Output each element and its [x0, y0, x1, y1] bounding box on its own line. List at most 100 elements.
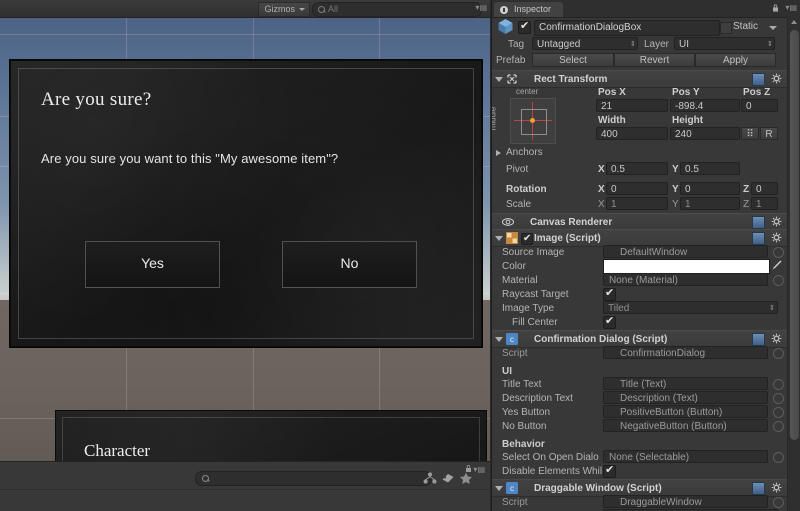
static-checkbox[interactable]	[720, 22, 732, 34]
gameobject-enabled-checkbox[interactable]: ✔	[518, 21, 531, 34]
help-book-icon[interactable]	[752, 333, 765, 346]
color-swatch[interactable]	[603, 259, 770, 274]
image-enabled-checkbox[interactable]: ✔	[521, 233, 533, 245]
inspector-menu-icon[interactable]: ▾▤	[785, 3, 797, 12]
lock-icon[interactable]	[465, 465, 472, 472]
confirmation-dialog[interactable]: Are you sure? Are you sure you want to t…	[10, 60, 482, 347]
raycast-target-checkbox[interactable]: ✔	[603, 288, 616, 301]
search-icon	[318, 6, 325, 13]
object-picker-icon[interactable]	[773, 247, 784, 258]
script-objectfield[interactable]: ConfirmationDialog	[603, 346, 768, 359]
help-book-icon[interactable]	[752, 232, 765, 245]
foldout-open-icon[interactable]	[495, 337, 503, 342]
prefab-revert-button[interactable]: Revert	[614, 53, 695, 67]
scale-row: Scale X 1 Y 1 Z 1	[492, 197, 787, 213]
hierarchy-icon[interactable]	[422, 471, 438, 485]
tag-dropdown[interactable]: Untagged	[532, 37, 638, 50]
image-type-dropdown[interactable]: Tiled	[603, 301, 778, 314]
fill-center-row: Fill Center ✔	[492, 316, 787, 331]
tag-icon[interactable]	[440, 471, 456, 485]
object-picker-icon[interactable]	[773, 379, 784, 390]
dialog-yes-button[interactable]: Yes	[85, 241, 220, 288]
help-book-icon[interactable]	[752, 73, 765, 86]
pos-y-input[interactable]: -898.4	[670, 99, 740, 112]
scale-z-input[interactable]: 1	[751, 197, 778, 210]
width-input[interactable]: 400	[596, 127, 668, 140]
select-on-open-objectfield[interactable]: None (Selectable)	[603, 450, 768, 463]
gizmos-dropdown[interactable]: Gizmos	[258, 2, 310, 17]
no-button-label: No Button	[502, 421, 547, 432]
object-picker-icon[interactable]	[773, 452, 784, 463]
inspector-scrollbar[interactable]	[787, 17, 800, 511]
yes-button-objectfield[interactable]: PositiveButton (Button)	[603, 405, 768, 418]
no-button-objectfield[interactable]: NegativeButton (Button)	[603, 419, 768, 432]
height-input[interactable]: 240	[670, 127, 740, 140]
rotation-x-input[interactable]: 0	[606, 182, 668, 195]
checkmark-icon: ✔	[605, 315, 615, 327]
rotation-y-axis: Y	[672, 184, 679, 195]
lock-icon[interactable]	[772, 4, 779, 12]
prefab-select-button[interactable]: Select	[532, 53, 614, 67]
object-picker-icon[interactable]	[773, 275, 784, 286]
yes-button-label: Yes Button	[502, 407, 551, 418]
foldout-open-icon[interactable]	[495, 236, 503, 241]
gear-icon[interactable]	[771, 333, 782, 344]
fill-center-label: Fill Center	[512, 317, 558, 328]
material-objectfield[interactable]: None (Material)	[603, 273, 768, 286]
gameobject-header: ✔ ConfirmationDialogBox Static	[492, 17, 787, 37]
game-render-area[interactable]: Are you sure? Are you sure you want to t…	[0, 18, 490, 470]
gear-icon[interactable]	[771, 216, 782, 227]
scale-x-input[interactable]: 1	[606, 197, 668, 210]
help-book-icon[interactable]	[752, 216, 765, 229]
chevron-updown-icon: ⇕	[769, 305, 775, 312]
anchors-row[interactable]: Anchors	[492, 146, 787, 161]
chevron-down-icon[interactable]	[769, 26, 777, 30]
project-panel-menu-icon[interactable]: ▾▤	[473, 465, 485, 474]
scroll-up-icon[interactable]	[791, 20, 797, 24]
scene-toolbar-menu-icon[interactable]: ▾▤	[475, 3, 487, 12]
eyedropper-icon[interactable]	[771, 259, 783, 271]
rotation-z-input[interactable]: 0	[751, 182, 778, 195]
scrollbar-thumb[interactable]	[790, 30, 799, 440]
object-picker-icon[interactable]	[773, 407, 784, 418]
gear-icon[interactable]	[771, 482, 782, 493]
pivot-x-input[interactable]: 0.5	[606, 162, 668, 175]
favorite-star-icon[interactable]	[458, 471, 474, 485]
foldout-closed-icon[interactable]	[496, 150, 501, 156]
rotation-row: Rotation X 0 Y 0 Z 0	[492, 182, 787, 198]
component-title: Rect Transform	[534, 74, 608, 85]
project-panel: ▾▤	[0, 461, 490, 511]
gear-icon[interactable]	[771, 73, 782, 84]
object-picker-icon[interactable]	[773, 393, 784, 404]
object-picker-icon[interactable]	[773, 348, 784, 359]
checkmark-icon: ✔	[605, 464, 615, 476]
object-picker-icon[interactable]	[773, 497, 784, 508]
pivot-y-input[interactable]: 0.5	[680, 162, 740, 175]
title-text-objectfield[interactable]: Title (Text)	[603, 377, 768, 390]
gameobject-name-input[interactable]: ConfirmationDialogBox	[534, 20, 720, 36]
scene-search-field[interactable]: All	[312, 2, 482, 17]
foldout-open-icon[interactable]	[495, 486, 503, 491]
rotation-y-input[interactable]: 0	[680, 182, 740, 195]
blueprint-mode-button[interactable]: ⠿	[741, 127, 759, 140]
scale-y-input[interactable]: 1	[680, 197, 740, 210]
source-image-objectfield[interactable]: DefaultWindow	[603, 245, 768, 258]
raw-edit-mode-button[interactable]: R	[760, 127, 778, 140]
draggable-script-objectfield[interactable]: DraggableWindow	[603, 495, 768, 508]
object-picker-icon[interactable]	[773, 421, 784, 432]
tab-inspector[interactable]: Inspector	[494, 2, 564, 17]
scene-view-panel: Gizmos All ▾▤ Are you sure? Are you sure…	[0, 0, 490, 511]
disable-elements-checkbox[interactable]: ✔	[603, 465, 616, 478]
description-text-objectfield[interactable]: Description (Text)	[603, 391, 768, 404]
project-search-input[interactable]	[195, 471, 432, 486]
gear-icon[interactable]	[771, 232, 782, 243]
pos-z-input[interactable]: 0	[741, 99, 778, 112]
layer-dropdown[interactable]: UI	[674, 37, 775, 50]
help-book-icon[interactable]	[752, 482, 765, 495]
pos-x-input[interactable]: 21	[596, 99, 668, 112]
dialog-no-button[interactable]: No	[282, 241, 417, 288]
prefab-apply-button[interactable]: Apply	[695, 53, 776, 67]
fill-center-checkbox[interactable]: ✔	[603, 316, 616, 329]
gizmos-label: Gizmos	[264, 4, 295, 14]
foldout-open-icon[interactable]	[495, 77, 503, 82]
